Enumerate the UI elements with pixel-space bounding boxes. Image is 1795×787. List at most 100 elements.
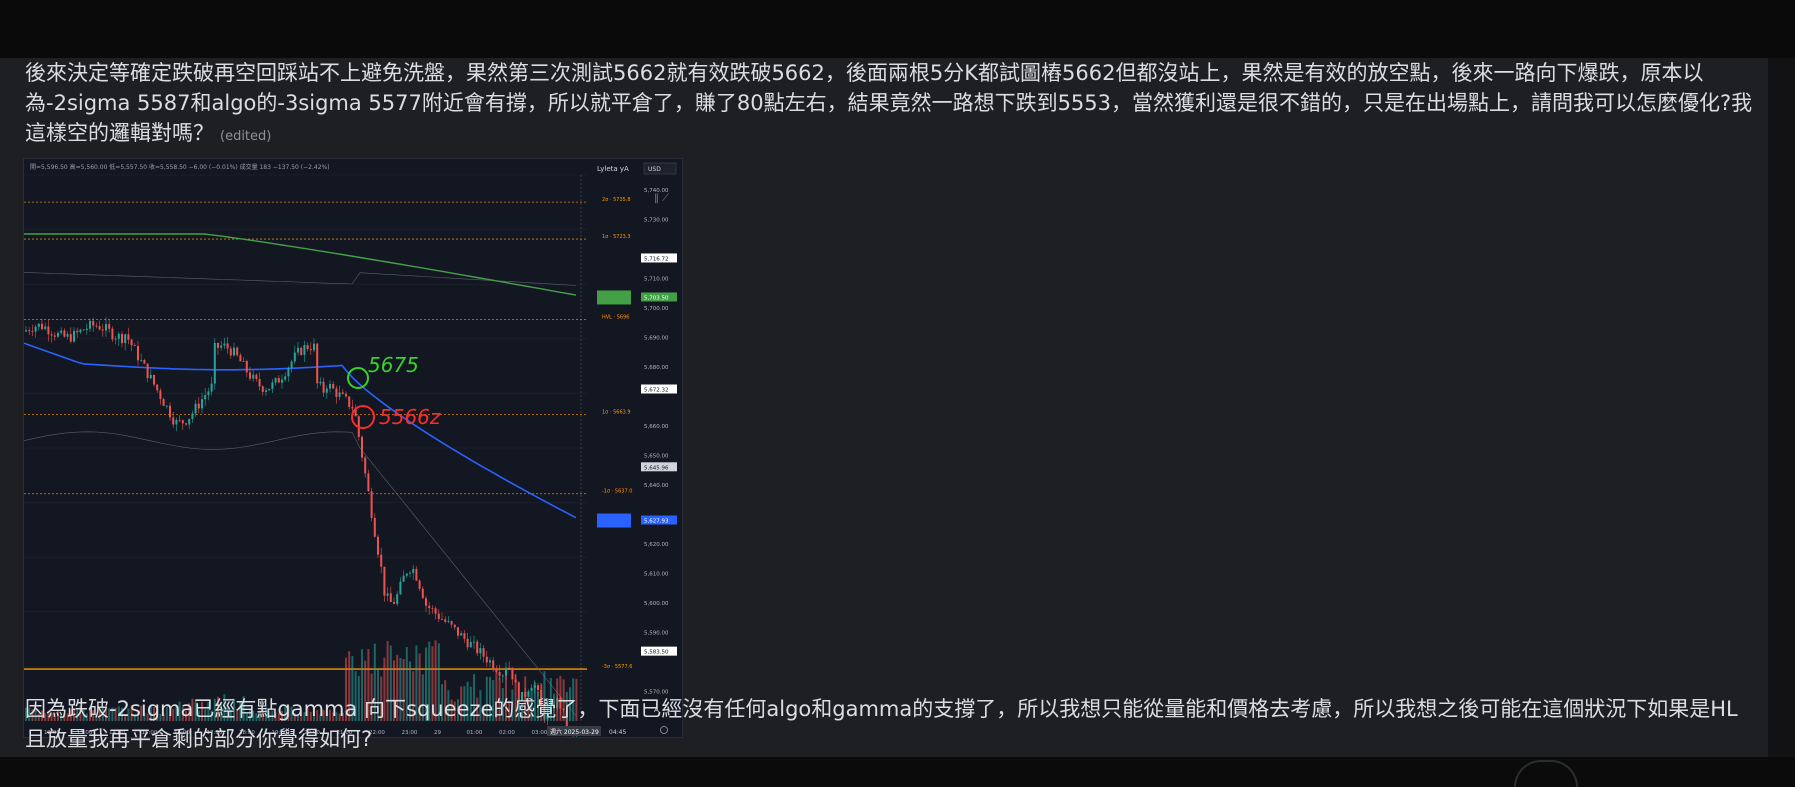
price-badge-text: 5,716.72 [644, 256, 669, 262]
candle-body [69, 334, 72, 342]
chat-message: 後來決定等確定跌破再空回踩站不上避免洗盤，果然第三次測試5662就有效跌破566… [0, 58, 1768, 757]
candle-body [165, 405, 168, 407]
candle-body [242, 361, 245, 362]
candle-body [108, 324, 111, 329]
candle-body [92, 320, 95, 326]
candle-body [322, 381, 325, 393]
candle-body [393, 602, 395, 604]
candle-body [511, 667, 514, 680]
candle-body [505, 667, 507, 676]
sigma-level-label: -1σ · 5637.0 [602, 489, 632, 495]
trading-chart: 開=5,596.50 高=5,560.00 低=5,557.50 收=5,558… [24, 159, 682, 737]
candle-body [185, 423, 187, 425]
candle-body [485, 656, 488, 663]
candle-body [383, 566, 386, 596]
candle-body [60, 330, 63, 333]
candle-body [441, 618, 443, 620]
candle-body [98, 326, 101, 330]
vwap-label-box [597, 513, 631, 528]
candle-body [293, 352, 296, 362]
candle-body [127, 334, 130, 340]
candle-body [137, 345, 139, 361]
candle-body [492, 660, 495, 669]
candle-body [268, 388, 271, 391]
candle-body [332, 384, 335, 389]
pause-icon[interactable]: ‖ [654, 193, 659, 204]
candle-body [175, 420, 178, 425]
candle-body [191, 413, 194, 419]
candle-body [85, 328, 88, 331]
currency-label: USD [648, 166, 661, 173]
candle-body [53, 335, 56, 337]
candle-body [146, 363, 149, 379]
candle-body [341, 392, 344, 394]
candle-body [117, 333, 120, 339]
candle-body [25, 330, 27, 332]
candle-body [220, 345, 223, 348]
candle-body [498, 671, 501, 676]
sigma-level-label: 1σ · 5723.3 [602, 234, 631, 240]
candle-body [447, 621, 450, 622]
sigma-level-label: HVL · 5696 [602, 315, 629, 321]
candle-body [140, 360, 143, 361]
candle-body [255, 374, 258, 379]
candle-body [124, 334, 127, 344]
price-badge-text: 5,645.96 [644, 465, 669, 471]
price-badge-text: 5,627.93 [644, 519, 669, 525]
candle-body [479, 648, 482, 654]
candle-body [421, 588, 424, 599]
candle-body [389, 593, 392, 602]
candle-body [133, 345, 136, 346]
message-text-bottom: 因為跌破-2sigma已經有點gamma 向下squeeze的感覺了，下面已經沒… [25, 697, 1738, 751]
price-badge-text: 5,703.50 [644, 295, 669, 301]
candle-body [265, 390, 267, 392]
sigma-level-label: 2σ · 5735.8 [602, 197, 631, 203]
price-badge-text: 5,672.32 [644, 388, 669, 394]
candle-body [281, 379, 283, 383]
price-tick: 5,680.00 [644, 365, 669, 371]
candle-body [405, 573, 408, 576]
candle-body [415, 569, 418, 581]
candle-body [130, 339, 133, 346]
candle-body [431, 608, 434, 609]
price-tick: 5,700.00 [644, 306, 669, 312]
candle-body [386, 593, 389, 596]
chart-title: Lyleta yA [597, 165, 629, 173]
candle-body [402, 575, 405, 582]
candle-body [153, 375, 155, 385]
candle-body [207, 391, 210, 396]
candle-body [428, 605, 431, 608]
candle-body [303, 345, 306, 355]
candle-body [41, 323, 43, 330]
candle-body [95, 325, 98, 327]
candle-body [50, 334, 53, 336]
candle-body [530, 687, 533, 692]
candle-body [149, 375, 152, 379]
candle-body [271, 382, 274, 389]
candle-body [101, 329, 104, 331]
candle-body [287, 367, 290, 377]
candle-body [351, 406, 354, 409]
candle-body [229, 348, 232, 356]
annotation-5675: 5675 [368, 353, 419, 377]
candle-body [89, 320, 91, 329]
candle-body [364, 457, 367, 474]
candle-body [194, 403, 197, 414]
candle-body [274, 378, 277, 383]
candle-body [290, 361, 293, 368]
candle-body [63, 330, 66, 337]
candle-body [105, 324, 107, 331]
price-tick: 5,590.00 [644, 630, 669, 636]
candle-body [172, 417, 175, 425]
price-tick: 5,660.00 [644, 424, 669, 430]
candle-body [239, 355, 242, 362]
candle-body [66, 334, 69, 337]
candle-body [367, 473, 370, 492]
line-tool-icon[interactable]: ⟋ [662, 193, 669, 204]
candle-body [457, 627, 459, 636]
candle-body [34, 326, 37, 332]
candle-body [434, 608, 437, 614]
chart-screenshot[interactable]: 開=5,596.50 高=5,560.00 低=5,557.50 收=5,558… [23, 158, 683, 738]
candle-body [197, 403, 200, 409]
sigma-level-label: 1σ · 5663.9 [602, 409, 631, 415]
